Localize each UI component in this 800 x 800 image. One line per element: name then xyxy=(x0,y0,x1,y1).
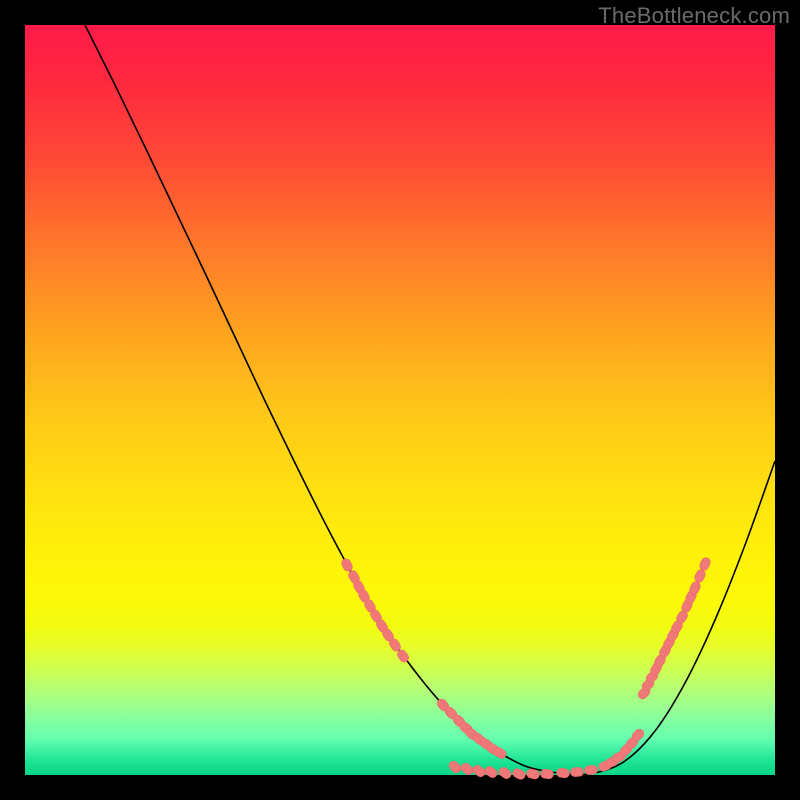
curve-marker xyxy=(459,761,475,776)
curve-marker xyxy=(483,765,499,780)
curve-marker xyxy=(540,769,554,779)
chart-plot-area xyxy=(25,25,775,775)
curve-marker xyxy=(570,767,583,777)
curve-marker xyxy=(556,768,570,778)
curve-marker xyxy=(698,556,712,572)
curve-marker xyxy=(693,568,707,584)
curve-marker xyxy=(471,763,487,778)
curve-marker xyxy=(511,767,527,781)
chart-svg xyxy=(25,25,775,775)
watermark-text: TheBottleneck.com xyxy=(598,3,790,29)
curve-markers xyxy=(340,556,712,781)
bottleneck-curve xyxy=(85,25,775,774)
curve-marker xyxy=(447,759,463,775)
chart-frame: TheBottleneck.com xyxy=(0,0,800,800)
curve-marker xyxy=(584,765,597,775)
curve-marker xyxy=(497,766,513,781)
curve-marker xyxy=(340,557,354,573)
